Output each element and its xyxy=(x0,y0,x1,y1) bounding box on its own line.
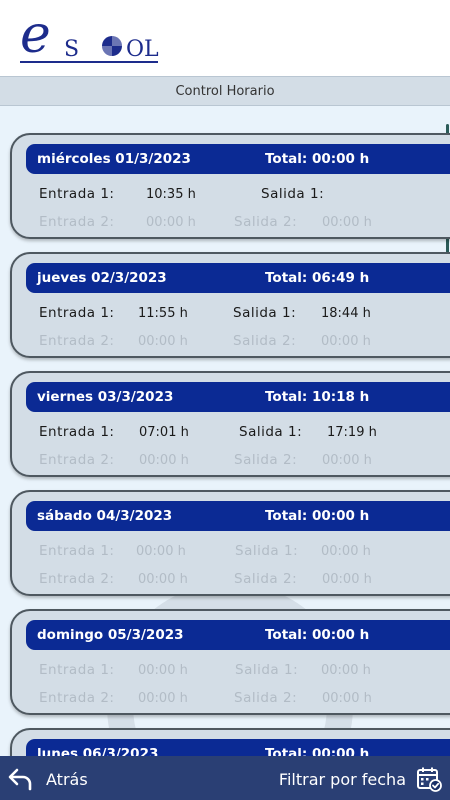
day-date: miércoles 01/3/2023 xyxy=(37,151,191,167)
exit-1-value: 17:19 h xyxy=(327,425,377,440)
day-date: viernes 03/3/2023 xyxy=(37,389,174,405)
section-title-bar: Control Horario xyxy=(0,76,450,106)
calendar-check-icon xyxy=(417,767,442,792)
day-total: Total: 06:49 h xyxy=(265,270,370,286)
day-card-header: viernes 03/3/2023 Total: 10:18 h xyxy=(26,382,450,412)
day-total: Total: 00:00 h xyxy=(265,627,370,643)
entry-1-label: Entrada 1: xyxy=(39,305,115,321)
exit-1-label: Salida 1: xyxy=(235,543,299,559)
exit-2-label: Salida 2: xyxy=(233,333,297,349)
filter-by-date-button[interactable]: Filtrar por fecha xyxy=(279,766,442,792)
exit-2-label: Salida 2: xyxy=(234,690,298,706)
day-date: domingo 05/3/2023 xyxy=(37,627,184,643)
exit-1-label: Salida 1: xyxy=(233,305,297,321)
entry-1-label: Entrada 1: xyxy=(39,186,115,202)
back-arrow-icon xyxy=(8,768,32,791)
bottom-bar: Atrás Filtrar por fecha xyxy=(0,756,450,800)
back-label: Atrás xyxy=(46,769,88,789)
exit-1-value: 00:00 h xyxy=(321,544,371,559)
esol-logo: e S OL xyxy=(20,6,159,65)
day-card[interactable]: miércoles 01/3/2023 Total: 00:00 h Entra… xyxy=(10,133,450,239)
entry-2-label: Entrada 2: xyxy=(39,571,115,587)
entry-1-value: 00:00 h xyxy=(136,544,186,559)
day-total: Total: 00:00 h xyxy=(265,746,370,756)
entry-2-label: Entrada 2: xyxy=(39,333,115,349)
entry-2-label: Entrada 2: xyxy=(39,690,115,706)
entry-1-label: Entrada 1: xyxy=(39,543,115,559)
entry-1-label: Entrada 1: xyxy=(39,424,115,440)
day-total: Total: 00:00 h xyxy=(265,151,370,167)
entry-2-value: 00:00 h xyxy=(138,334,188,349)
back-button[interactable]: Atrás xyxy=(8,766,88,792)
exit-1-value: 18:44 h xyxy=(321,306,371,321)
day-card[interactable]: domingo 05/3/2023 Total: 00:00 h Entrada… xyxy=(10,609,450,715)
entry-2-value: 00:00 h xyxy=(138,691,188,706)
exit-1-value: 00:00 h xyxy=(321,663,371,678)
exit-2-value: 00:00 h xyxy=(322,572,372,587)
exit-1-label: Salida 1: xyxy=(239,424,303,440)
entry-2-value: 00:00 h xyxy=(146,215,196,230)
entry-2-value: 00:00 h xyxy=(139,453,189,468)
day-card-header: sábado 04/3/2023 Total: 00:00 h xyxy=(26,501,450,531)
entry-1-value: 10:35 h xyxy=(146,187,196,202)
entry-2-label: Entrada 2: xyxy=(39,214,115,230)
day-card-header: jueves 02/3/2023 Total: 06:49 h xyxy=(26,263,450,293)
exit-2-value: 00:00 h xyxy=(322,691,372,706)
exit-2-value: 00:00 h xyxy=(321,334,371,349)
svg-text:S: S xyxy=(64,37,79,62)
entry-1-label: Entrada 1: xyxy=(39,662,115,678)
day-card[interactable]: lunes 06/3/2023 Total: 00:00 h xyxy=(10,728,450,756)
day-card[interactable]: jueves 02/3/2023 Total: 06:49 h Entrada … xyxy=(10,252,450,358)
exit-2-value: 00:00 h xyxy=(322,453,372,468)
day-list[interactable]: miércoles 01/3/2023 Total: 00:00 h Entra… xyxy=(0,106,450,756)
day-date: jueves 02/3/2023 xyxy=(37,270,167,286)
exit-1-label: Salida 1: xyxy=(235,662,299,678)
entry-2-label: Entrada 2: xyxy=(39,452,115,468)
svg-text:e: e xyxy=(20,6,51,65)
entry-1-value: 11:55 h xyxy=(138,306,188,321)
exit-2-label: Salida 2: xyxy=(234,571,298,587)
day-card-header: lunes 06/3/2023 Total: 00:00 h xyxy=(26,739,450,756)
entry-1-value: 00:00 h xyxy=(138,663,188,678)
exit-1-label: Salida 1: xyxy=(261,186,325,202)
entry-1-value: 07:01 h xyxy=(139,425,189,440)
app-header: e S OL xyxy=(0,0,450,76)
svg-text:OL: OL xyxy=(126,37,159,62)
day-date: lunes 06/3/2023 xyxy=(37,746,159,756)
exit-2-label: Salida 2: xyxy=(234,452,298,468)
day-total: Total: 10:18 h xyxy=(265,389,370,405)
filter-label: Filtrar por fecha xyxy=(278,769,406,789)
exit-2-value: 00:00 h xyxy=(322,215,372,230)
exit-2-label: Salida 2: xyxy=(234,214,298,230)
day-total: Total: 00:00 h xyxy=(265,508,370,524)
section-title: Control Horario xyxy=(175,83,275,99)
day-date: sábado 04/3/2023 xyxy=(37,508,173,524)
day-card[interactable]: sábado 04/3/2023 Total: 00:00 h Entrada … xyxy=(10,490,450,596)
entry-2-value: 00:00 h xyxy=(138,572,188,587)
day-card-header: domingo 05/3/2023 Total: 00:00 h xyxy=(26,620,450,650)
day-card-header: miércoles 01/3/2023 Total: 00:00 h xyxy=(26,144,450,174)
day-card[interactable]: viernes 03/3/2023 Total: 10:18 h Entrada… xyxy=(10,371,450,477)
